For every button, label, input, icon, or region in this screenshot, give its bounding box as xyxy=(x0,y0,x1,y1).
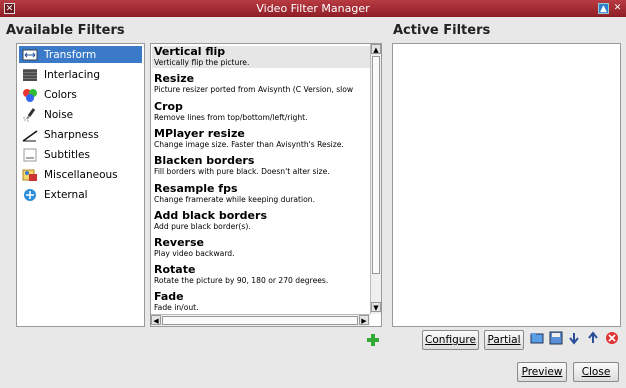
filter-item-blacken-borders[interactable]: Blacken borders Fill borders with pure b… xyxy=(152,155,370,177)
filter-item-add-black-borders[interactable]: Add black borders Add pure black border(… xyxy=(152,210,370,232)
filter-name: Vertical flip xyxy=(154,45,226,58)
filter-name: Crop xyxy=(154,100,183,113)
filter-item-resample-fps[interactable]: Resample fps Change framerate while keep… xyxy=(152,183,370,205)
category-noise[interactable]: Noise xyxy=(19,106,142,123)
miscellaneous-icon xyxy=(22,168,38,182)
sharpness-icon xyxy=(22,128,38,142)
filter-item-fade[interactable]: Fade Fade in/out. xyxy=(152,291,370,313)
vertical-scrollbar[interactable]: ▲ ▼ xyxy=(370,44,381,314)
active-filter-list[interactable] xyxy=(392,43,621,327)
filter-name: Blacken borders xyxy=(154,154,255,167)
scrollbar-thumb[interactable] xyxy=(162,316,358,325)
available-filters-heading: Available Filters xyxy=(6,23,125,38)
category-label: Sharpness xyxy=(44,128,99,141)
category-label: Noise xyxy=(44,108,74,121)
remove-icon[interactable] xyxy=(605,331,619,345)
filter-name: Reverse xyxy=(154,236,204,249)
colors-icon xyxy=(22,88,38,102)
category-label: Miscellaneous xyxy=(44,168,118,181)
filter-item-mplayer-resize[interactable]: MPlayer resize Change image size. Faster… xyxy=(152,128,370,150)
noise-icon xyxy=(22,107,38,122)
maximize-icon[interactable]: ▲ xyxy=(598,3,609,14)
category-label: Subtitles xyxy=(44,148,90,161)
category-label: External xyxy=(44,188,88,201)
filter-item-rotate[interactable]: Rotate Rotate the picture by 90, 180 or … xyxy=(152,264,370,286)
preview-button[interactable]: Preview xyxy=(517,362,567,382)
window-title: Video Filter Manager xyxy=(256,2,370,15)
category-sharpness[interactable]: Sharpness xyxy=(19,126,142,143)
scroll-right-icon[interactable]: ▶ xyxy=(359,315,369,325)
filter-manager-window: ✕ Video Filter Manager ▲ ✕ Available Fil… xyxy=(0,0,626,388)
filter-item-crop[interactable]: Crop Remove lines from top/bottom/left/r… xyxy=(152,101,370,123)
title-bar: ✕ Video Filter Manager ▲ ✕ xyxy=(0,0,626,17)
close-button[interactable]: Close xyxy=(573,362,619,382)
external-icon xyxy=(22,188,38,202)
interlacing-icon xyxy=(22,68,38,82)
filter-name: Add black borders xyxy=(154,209,267,222)
filter-description: Remove lines from top/bottom/left/right. xyxy=(154,113,308,122)
category-transform[interactable]: Transform xyxy=(19,46,142,63)
close-window-icon[interactable]: ✕ xyxy=(612,3,623,14)
filter-description: Fade in/out. xyxy=(154,303,199,312)
filter-description: Vertically flip the picture. xyxy=(154,58,250,67)
filter-description: Fill borders with pure black. Doesn't al… xyxy=(154,167,330,176)
filter-item-vertical-flip[interactable]: Vertical flip Vertically flip the pictur… xyxy=(152,46,370,68)
filter-description: Picture resizer ported from Avisynth (C … xyxy=(154,85,354,94)
save-icon[interactable] xyxy=(549,331,563,345)
category-label: Interlacing xyxy=(44,68,101,81)
filter-description: Rotate the picture by 90, 180 or 270 deg… xyxy=(154,276,329,285)
scroll-left-icon[interactable]: ◀ xyxy=(151,315,161,325)
category-label: Colors xyxy=(44,88,77,101)
filter-item-resize[interactable]: Resize Picture resizer ported from Avisy… xyxy=(152,73,370,95)
open-icon[interactable] xyxy=(530,331,544,345)
category-miscellaneous[interactable]: Miscellaneous xyxy=(19,166,142,183)
subtitles-icon xyxy=(22,148,38,162)
filter-name: Fade xyxy=(154,290,184,303)
filter-description: Change image size. Faster than Avisynth'… xyxy=(154,140,344,149)
filter-description: Play video backward. xyxy=(154,249,235,258)
scroll-up-icon[interactable]: ▲ xyxy=(371,44,381,54)
move-down-icon[interactable] xyxy=(567,331,581,345)
filter-name: Rotate xyxy=(154,263,196,276)
filter-name: Resample fps xyxy=(154,182,238,195)
filter-description: Add pure black border(s). xyxy=(154,222,251,231)
category-external[interactable]: External xyxy=(19,186,142,203)
category-label: Transform xyxy=(44,48,97,61)
transform-icon xyxy=(22,48,38,62)
scroll-down-icon[interactable]: ▼ xyxy=(371,302,381,312)
add-filter-icon[interactable] xyxy=(366,333,380,347)
filter-item-reverse[interactable]: Reverse Play video backward. xyxy=(152,237,370,259)
category-colors[interactable]: Colors xyxy=(19,86,142,103)
filter-description: Change framerate while keeping duration. xyxy=(154,195,315,204)
category-interlacing[interactable]: Interlacing xyxy=(19,66,142,83)
active-filters-heading: Active Filters xyxy=(393,23,491,38)
category-list: Transform Interlacing Colors Noise Sharp… xyxy=(16,43,145,327)
partial-button[interactable]: Partial xyxy=(484,330,524,350)
filter-name: MPlayer resize xyxy=(154,127,245,140)
move-up-icon[interactable] xyxy=(586,331,600,345)
configure-button[interactable]: Configure xyxy=(422,330,479,350)
available-filter-list: Vertical flip Vertically flip the pictur… xyxy=(150,43,382,327)
filter-name: Resize xyxy=(154,72,195,85)
horizontal-scrollbar[interactable]: ◀ ▶ xyxy=(151,314,370,326)
category-subtitles[interactable]: Subtitles xyxy=(19,146,142,163)
scrollbar-thumb[interactable] xyxy=(372,56,380,274)
